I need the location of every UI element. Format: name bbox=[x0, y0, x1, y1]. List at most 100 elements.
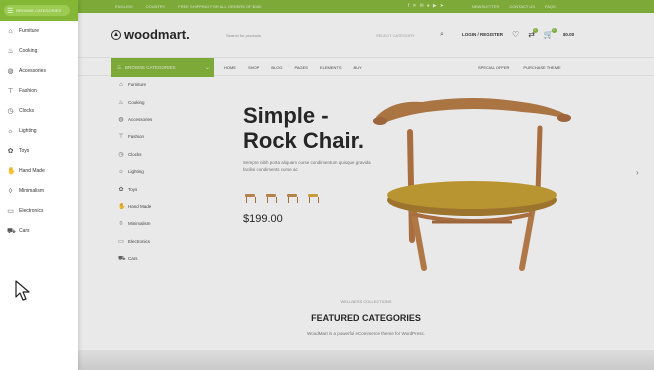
clock-icon: ◷ bbox=[118, 151, 124, 158]
hand-icon: ✋ bbox=[7, 168, 16, 175]
site-header: woodmart. Search for products SELECT CAT… bbox=[78, 13, 654, 57]
wishlist-icon[interactable]: ♡ bbox=[512, 30, 519, 39]
drawer-item-cars[interactable]: ⛟ Cars bbox=[0, 221, 78, 241]
drawer-item-lighting[interactable]: ☼ Lighting bbox=[0, 121, 78, 141]
drawer-item-label: Clocks bbox=[19, 108, 35, 114]
social-icons: f ✕ ✉ ● ▶ ➤ bbox=[408, 3, 444, 9]
login-register-link[interactable]: LOGIN / REGISTER bbox=[462, 32, 503, 37]
drawer-item-label: Cooking bbox=[19, 48, 38, 54]
electronics-icon: ▭ bbox=[7, 208, 14, 215]
car-icon: ⛟ bbox=[7, 227, 16, 235]
browse-categories-button[interactable]: ☰ BROWSE CATEGORIES ⌄ bbox=[111, 58, 214, 77]
cart-total[interactable]: $0.00 bbox=[563, 32, 574, 37]
pot-icon: ♨ bbox=[7, 48, 14, 55]
contact-link[interactable]: CONTACT US bbox=[509, 4, 535, 9]
search-input[interactable]: Search for products bbox=[223, 33, 376, 38]
twitter-icon[interactable]: ✕ bbox=[412, 3, 416, 9]
category-label: Cooking bbox=[128, 99, 145, 105]
category-item-furniture[interactable]: ⌂ Furniture bbox=[112, 76, 215, 93]
mouse-cursor-icon bbox=[15, 280, 30, 301]
site-logo[interactable]: woodmart. bbox=[111, 27, 190, 42]
category-item-hand-made[interactable]: ✋ Hand Made bbox=[112, 198, 215, 215]
drawer-item-cooking[interactable]: ♨ Cooking bbox=[0, 41, 78, 61]
cart-count-badge: 0 bbox=[551, 28, 557, 33]
category-label: Clocks bbox=[128, 151, 142, 157]
category-item-accessories[interactable]: ◍ Accessories bbox=[112, 111, 215, 128]
hero-description: Sempre nibh porta aliquam curse condimen… bbox=[243, 160, 371, 172]
search-icon[interactable]: ⌕ bbox=[436, 31, 448, 39]
category-label: Electronics bbox=[128, 238, 151, 244]
chair-thumbnail[interactable] bbox=[285, 189, 299, 203]
category-menu: ⌂ Furniture ♨ Cooking ◍ Accessories ⊤ Fashio… bbox=[112, 76, 215, 267]
compare-count-badge: 0 bbox=[532, 28, 538, 33]
category-item-fashion[interactable]: ⊤ Fashion bbox=[112, 128, 215, 145]
drawer-item-toys[interactable]: ✿ Toys bbox=[0, 141, 78, 161]
drawer-item-hand-made[interactable]: ✋ Hand Made bbox=[0, 161, 78, 181]
category-item-cars[interactable]: ⛟ Cars bbox=[112, 250, 215, 267]
category-item-lighting[interactable]: ☼ Lighting bbox=[112, 163, 215, 180]
electronics-icon: ▭ bbox=[118, 238, 124, 245]
top-link-language[interactable]: ENGLISH bbox=[115, 4, 133, 9]
nav-pages[interactable]: PAGES bbox=[294, 65, 308, 70]
faqs-link[interactable]: FAQS bbox=[545, 4, 556, 9]
cart-icon[interactable]: 🛒 0 bbox=[544, 28, 557, 39]
nav-purchase-theme[interactable]: PURCHASE THEME bbox=[523, 65, 560, 70]
drawer-item-fashion[interactable]: ⊤ Fashion bbox=[0, 81, 78, 101]
top-link-country[interactable]: COUNTRY bbox=[146, 4, 166, 9]
chevron-right-icon[interactable]: › bbox=[636, 168, 639, 177]
featured-title: FEATURED CATEGORIES bbox=[311, 313, 421, 323]
facebook-icon[interactable]: f bbox=[408, 3, 409, 9]
hamburger-icon: ☰ bbox=[7, 7, 14, 15]
featured-description: WoodMart is a powerful eCommerce theme f… bbox=[307, 331, 425, 336]
top-bar-right-links: NEWSLETTER CONTACT US FAQS bbox=[472, 4, 556, 9]
category-label: Cars bbox=[128, 256, 138, 262]
nav-links: HOME SHOP BLOG PAGES ELEMENTS BUY bbox=[224, 65, 362, 70]
category-item-minimalism[interactable]: ◊ Minimalism bbox=[112, 215, 215, 232]
category-item-cooking[interactable]: ♨ Cooking bbox=[112, 93, 215, 110]
drawer-item-label: Fashion bbox=[19, 88, 37, 94]
drawer-item-clocks[interactable]: ◷ Clocks bbox=[0, 101, 78, 121]
nav-blog[interactable]: BLOG bbox=[271, 65, 282, 70]
drawer-item-electronics[interactable]: ▭ Electronics bbox=[0, 201, 78, 221]
nav-elements[interactable]: ELEMENTS bbox=[320, 65, 342, 70]
youtube-icon[interactable]: ▶ bbox=[433, 3, 437, 9]
telegram-icon[interactable]: ➤ bbox=[440, 3, 444, 9]
nav-home[interactable]: HOME bbox=[224, 65, 236, 70]
browse-categories-label: BROWSE CATEGORIES bbox=[125, 65, 176, 70]
compare-icon[interactable]: ⇄ 0 bbox=[528, 28, 538, 39]
category-label: Fashion bbox=[128, 134, 145, 140]
drawer-item-furniture[interactable]: ⌂ Furniture bbox=[0, 21, 78, 41]
nav-buy[interactable]: BUY bbox=[354, 65, 362, 70]
mobile-category-drawer: ☰ BROWSE CATEGORIES ⌂ Furniture ♨ Cooking … bbox=[0, 0, 78, 370]
nav-right-links: SPECIAL OFFER PURCHASE THEME bbox=[478, 65, 561, 70]
category-label: Lighting bbox=[128, 169, 144, 175]
main-nav: ☰ BROWSE CATEGORIES ⌄ HOME SHOP BLOG PAG… bbox=[78, 57, 654, 77]
toy-icon: ✿ bbox=[118, 186, 124, 193]
category-item-toys[interactable]: ✿ Toys bbox=[112, 180, 215, 197]
newsletter-link[interactable]: NEWSLETTER bbox=[472, 4, 499, 9]
drawer-item-label: Toys bbox=[19, 148, 30, 154]
drawer-item-minimalism[interactable]: ◊ Minimalism bbox=[0, 181, 78, 201]
bag-icon: ◍ bbox=[118, 116, 124, 123]
email-icon[interactable]: ✉ bbox=[420, 3, 424, 9]
sofa-icon: ⌂ bbox=[8, 27, 13, 35]
top-link-shipping: FREE SHIPPING FOR ALL ORDERS OF $150 bbox=[178, 4, 262, 9]
vase-icon: ◊ bbox=[119, 220, 123, 227]
category-item-electronics[interactable]: ▭ Electronics bbox=[112, 233, 215, 250]
chair-thumbnail[interactable] bbox=[243, 189, 257, 203]
shirt-icon: ⊤ bbox=[7, 88, 14, 95]
search-bar: Search for products SELECT CATEGORY ⌕ bbox=[223, 29, 448, 41]
nav-shop[interactable]: SHOP bbox=[248, 65, 259, 70]
pinterest-icon[interactable]: ● bbox=[427, 3, 430, 9]
chair-thumbnail[interactable] bbox=[306, 189, 320, 203]
drawer-browse-button[interactable]: ☰ BROWSE CATEGORIES bbox=[4, 5, 70, 16]
chair-thumbnail[interactable] bbox=[264, 189, 278, 203]
chevron-down-icon: ⌄ bbox=[204, 65, 210, 71]
category-label: Hand Made bbox=[128, 203, 152, 209]
featured-subtitle: WELLNESS COLLECTIONS bbox=[340, 299, 392, 304]
drawer-item-accessories[interactable]: ◍ Accessories bbox=[0, 61, 78, 81]
category-item-clocks[interactable]: ◷ Clocks bbox=[112, 146, 215, 163]
nav-special-offer[interactable]: SPECIAL OFFER bbox=[478, 65, 509, 70]
drawer-item-label: Accessories bbox=[19, 68, 46, 74]
search-category-select[interactable]: SELECT CATEGORY bbox=[376, 33, 436, 38]
